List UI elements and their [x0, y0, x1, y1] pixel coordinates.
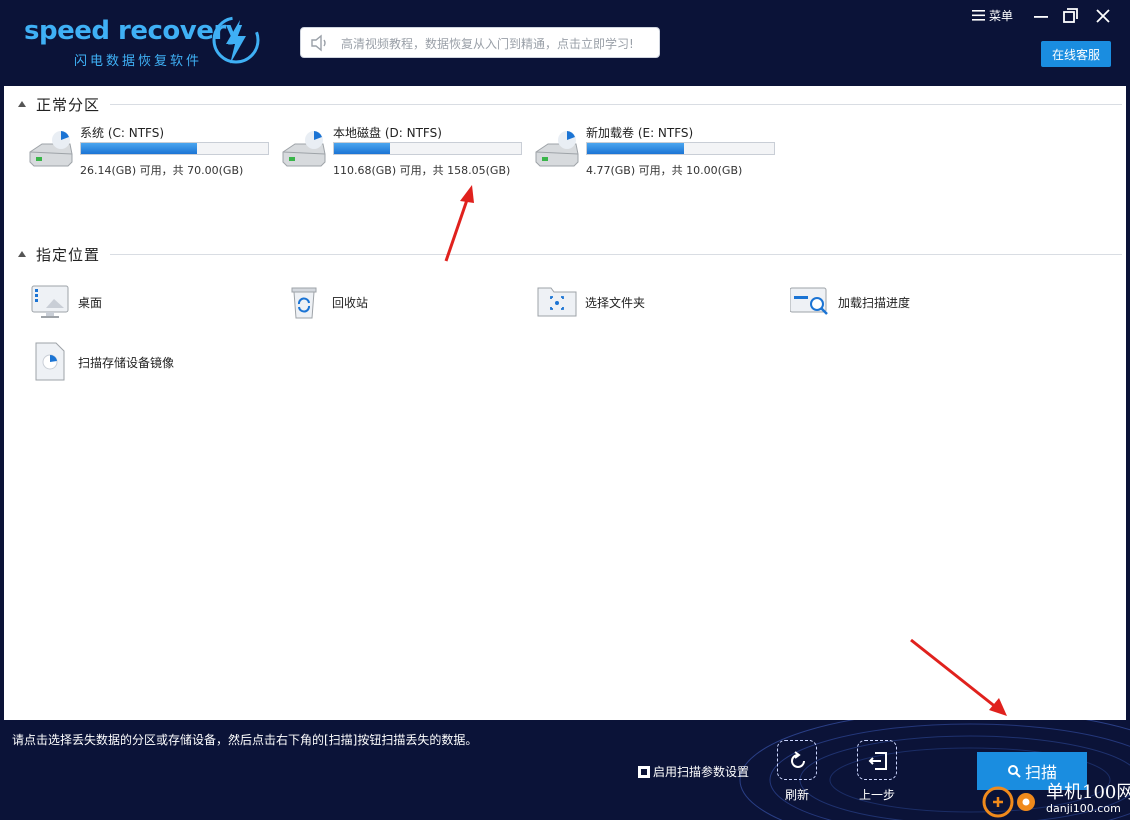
collapse-triangle-icon[interactable] [18, 250, 26, 258]
scan-params-checkbox[interactable]: 启用扫描参数设置 [638, 763, 749, 780]
refresh-label: 刷新 [784, 788, 809, 802]
section-divider [110, 104, 1122, 105]
drive-usage-bar [586, 142, 775, 155]
main-panel: 正常分区 系统 (C: NTFS) 26.14(GB) 可用，共 70.00(G… [4, 86, 1126, 720]
location-load-scan-progress[interactable]: 加载扫描进度 [790, 282, 1010, 326]
watermark-logo-icon [982, 786, 1035, 818]
drive-d[interactable]: 本地磁盘 (D: NTFS) 110.68(GB) 可用，共 158.05(GB… [281, 122, 531, 182]
speaker-icon [311, 34, 326, 52]
back-button[interactable]: 上一步 [855, 740, 899, 803]
drive-name: 系统 (C: NTFS) [80, 126, 165, 140]
instruction-hint: 请点击选择丢失数据的分区或存储设备，然后点击右下角的[扫描]按钮扫描丢失的数据。 [12, 733, 478, 747]
location-label: 加载扫描进度 [838, 296, 911, 310]
hard-drive-icon [29, 131, 73, 167]
drive-capacity: 26.14(GB) 可用，共 70.00(GB) [80, 164, 244, 177]
location-label: 扫描存储设备镜像 [78, 356, 175, 370]
checkbox-label: 启用扫描参数设置 [653, 765, 750, 779]
collapse-triangle-icon[interactable] [18, 100, 26, 108]
drive-e[interactable]: 新加载卷 (E: NTFS) 4.77(GB) 可用，共 10.00(GB) [534, 122, 784, 182]
partitions-section-header[interactable]: 正常分区 [4, 94, 1126, 114]
usage-fill [81, 143, 197, 154]
notice-text: 高清视频教程，数据恢复从入门到精通，点击立即学习! [341, 37, 634, 51]
drive-name: 新加载卷 (E: NTFS) [586, 126, 694, 140]
watermark-name: 单机100网 [1046, 782, 1130, 803]
locations-section-header[interactable]: 指定位置 [4, 244, 1126, 264]
title-bar: speed recovery 闪电数据恢复软件 高清视频教程，数据恢复从入门到精… [0, 0, 1130, 86]
location-scan-disk-image[interactable]: 扫描存储设备镜像 [30, 342, 250, 386]
refresh-icon [791, 751, 805, 768]
app-logo: speed recovery 闪电数据恢复软件 [24, 14, 264, 70]
section-divider [110, 254, 1122, 255]
load-progress-icon [790, 287, 828, 315]
watermark: 单机100网 danji100.com [980, 776, 1130, 820]
back-icon [868, 752, 887, 770]
drive-capacity: 110.68(GB) 可用，共 158.05(GB) [333, 164, 511, 177]
folder-icon [537, 287, 577, 317]
online-service-button[interactable]: 在线客服 [1041, 41, 1111, 67]
usage-fill [334, 143, 391, 154]
hamburger-icon [972, 10, 985, 21]
drive-name: 本地磁盘 (D: NTFS) [333, 126, 442, 140]
location-label: 回收站 [332, 296, 369, 310]
maximize-icon[interactable] [1061, 6, 1081, 26]
checkbox-box[interactable] [638, 765, 650, 778]
partitions-title: 正常分区 [36, 96, 101, 114]
menu-button[interactable]: 菜单 [972, 7, 1013, 24]
back-label: 上一步 [858, 788, 895, 802]
drive-c[interactable]: 系统 (C: NTFS) 26.14(GB) 可用，共 70.00(GB) [28, 122, 278, 182]
disk-image-icon [35, 342, 65, 381]
usage-fill [587, 143, 685, 154]
drive-capacity: 4.77(GB) 可用，共 10.00(GB) [586, 164, 743, 177]
hard-drive-icon [535, 131, 579, 167]
drive-usage-bar [333, 142, 522, 155]
watermark-url: danji100.com [1046, 802, 1121, 815]
location-label: 桌面 [78, 296, 103, 310]
location-recycle-bin[interactable]: 回收站 [284, 282, 504, 326]
lightning-logo-icon [212, 16, 260, 64]
hard-drive-icon [282, 131, 326, 167]
logo-subtitle: 闪电数据恢复软件 [74, 54, 203, 69]
location-label: 选择文件夹 [585, 296, 646, 310]
tutorial-notice-bar[interactable]: 高清视频教程，数据恢复从入门到精通，点击立即学习! [300, 27, 660, 58]
locations-title: 指定位置 [36, 246, 101, 264]
drive-usage-bar [80, 142, 269, 155]
desktop-icon [31, 285, 69, 318]
action-bar: 请点击选择丢失数据的分区或存储设备，然后点击右下角的[扫描]按钮扫描丢失的数据。… [0, 720, 1130, 820]
recycle-bin-icon [291, 287, 317, 319]
location-select-folder[interactable]: 选择文件夹 [537, 282, 757, 326]
minimize-icon[interactable] [1031, 6, 1051, 26]
close-icon[interactable] [1093, 6, 1113, 26]
menu-label: 菜单 [989, 9, 1014, 23]
refresh-button[interactable]: 刷新 [775, 740, 819, 803]
location-desktop[interactable]: 桌面 [30, 282, 250, 326]
